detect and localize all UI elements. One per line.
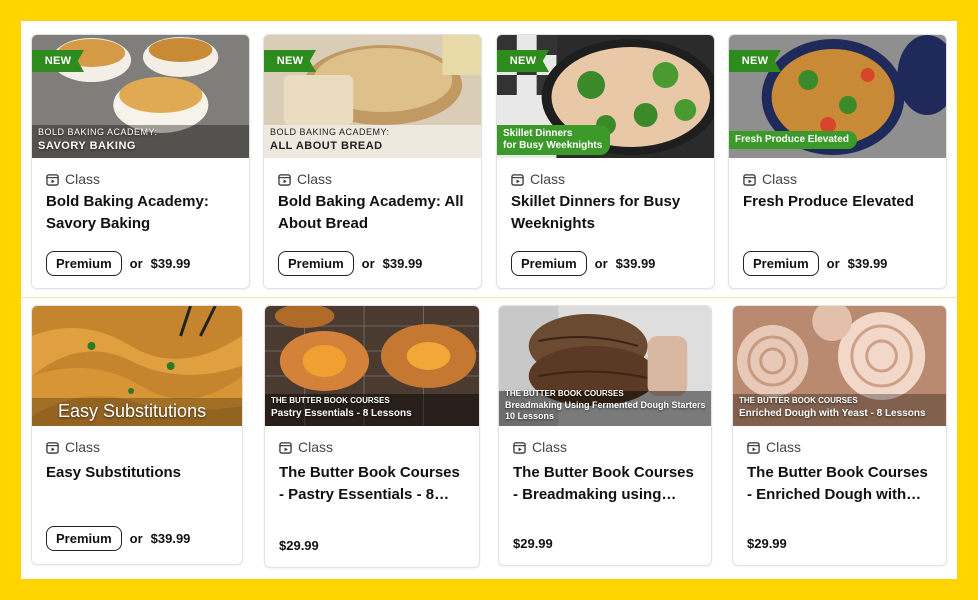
premium-button[interactable]: Premium bbox=[743, 251, 819, 276]
price-row: Premium or $39.99 bbox=[278, 251, 422, 276]
or-label: or bbox=[361, 256, 375, 271]
thumb-overlay-line2: Enriched Dough with Yeast - 8 Lessons bbox=[739, 408, 926, 419]
type-row: Class bbox=[747, 439, 801, 455]
card-thumbnail[interactable]: Easy Substitutions bbox=[32, 306, 242, 426]
or-label: or bbox=[129, 531, 143, 546]
thumb-overlay-line1: THE BUTTER BOOK COURSES bbox=[505, 389, 624, 398]
card-title[interactable]: Bold Baking Academy: Savory Baking bbox=[46, 191, 237, 235]
thumb-overlay-line2: ALL ABOUT BREAD bbox=[270, 140, 383, 152]
price: $29.99 bbox=[747, 536, 787, 551]
type-row: Class bbox=[513, 439, 567, 455]
thumb-tag: Skillet Dinners for Busy Weeknights bbox=[497, 125, 611, 155]
class-video-icon bbox=[511, 173, 524, 186]
thumb-overlay-line1: BOLD BAKING ACADEMY: bbox=[270, 127, 390, 137]
class-video-icon bbox=[46, 441, 59, 454]
thumb-overlay-line1: THE BUTTER BOOK COURSES bbox=[739, 396, 858, 405]
price-row: Premium or $39.99 bbox=[46, 526, 190, 551]
card-title[interactable]: The Butter Book Courses - Pastry Essenti… bbox=[279, 462, 467, 506]
thumb-overlay-big: Easy Substitutions bbox=[58, 401, 207, 421]
class-video-icon bbox=[747, 441, 760, 454]
card-thumbnail[interactable]: THE BUTTER BOOK COURSES Breadmaking Usin… bbox=[499, 306, 711, 426]
course-card[interactable]: NEW BOLD BAKING ACADEMY: ALL ABOUT BREAD… bbox=[263, 34, 482, 289]
class-video-icon bbox=[279, 441, 292, 454]
type-row: Class bbox=[511, 171, 565, 187]
price-row: Premium or $39.99 bbox=[743, 251, 887, 276]
course-card[interactable]: NEW Fresh Produce Elevated Class Fresh P… bbox=[728, 34, 947, 289]
card-title[interactable]: The Butter Book Courses - Enriched Dough… bbox=[747, 462, 934, 506]
type-row: Class bbox=[46, 439, 100, 455]
class-video-icon bbox=[513, 441, 526, 454]
price: $29.99 bbox=[279, 538, 319, 553]
type-label: Class bbox=[297, 171, 333, 187]
price: $29.99 bbox=[513, 536, 553, 551]
price-row: Premium or $39.99 bbox=[46, 251, 190, 276]
type-label: Class bbox=[532, 439, 568, 455]
price: $39.99 bbox=[615, 256, 656, 271]
premium-button[interactable]: Premium bbox=[511, 251, 587, 276]
thumb-overlay-line2: SAVORY BAKING bbox=[38, 140, 136, 152]
row-divider bbox=[21, 297, 957, 298]
card-title[interactable]: Easy Substitutions bbox=[46, 462, 230, 484]
new-badge: NEW bbox=[32, 50, 84, 72]
premium-button[interactable]: Premium bbox=[46, 251, 122, 276]
type-row: Class bbox=[278, 171, 332, 187]
card-thumbnail[interactable]: THE BUTTER BOOK COURSES Enriched Dough w… bbox=[733, 306, 946, 426]
class-video-icon bbox=[278, 173, 291, 186]
new-badge: NEW bbox=[729, 50, 781, 72]
class-video-icon bbox=[46, 173, 59, 186]
type-label: Class bbox=[530, 171, 566, 187]
price: $39.99 bbox=[847, 256, 888, 271]
type-label: Class bbox=[762, 171, 798, 187]
type-label: Class bbox=[65, 439, 101, 455]
premium-button[interactable]: Premium bbox=[46, 526, 122, 551]
thumb-overlay-line1: BOLD BAKING ACADEMY: bbox=[38, 127, 158, 137]
course-card[interactable]: NEW BOLD BAKING ACADEMY: SAVORY BAKING C… bbox=[31, 34, 250, 289]
thumb-tag: Fresh Produce Elevated bbox=[729, 131, 857, 149]
price-row: Premium or $39.99 bbox=[511, 251, 655, 276]
or-label: or bbox=[129, 256, 143, 271]
course-card[interactable]: THE BUTTER BOOK COURSES Breadmaking Usin… bbox=[498, 305, 712, 566]
class-video-icon bbox=[743, 173, 756, 186]
card-thumbnail[interactable]: NEW BOLD BAKING ACADEMY: ALL ABOUT BREAD bbox=[264, 35, 481, 158]
card-thumbnail[interactable]: THE BUTTER BOOK COURSES Pastry Essential… bbox=[265, 306, 479, 426]
type-row: Class bbox=[46, 171, 100, 187]
price: $39.99 bbox=[382, 256, 423, 271]
thumb-overlay-line2: Breadmaking Using Fermented Dough Starte… bbox=[505, 400, 706, 410]
card-title[interactable]: Skillet Dinners for Busy Weeknights bbox=[511, 191, 702, 235]
course-card[interactable]: NEW Skillet Dinners for Busy Weeknights … bbox=[496, 34, 715, 289]
thumb-overlay-line3: 10 Lessons bbox=[505, 411, 555, 421]
type-label: Class bbox=[298, 439, 334, 455]
type-label: Class bbox=[65, 171, 101, 187]
type-row: Class bbox=[743, 171, 797, 187]
type-row: Class bbox=[279, 439, 333, 455]
card-title[interactable]: Bold Baking Academy: All About Bread bbox=[278, 191, 469, 235]
thumb-overlay-line2: Pastry Essentials - 8 Lessons bbox=[271, 408, 412, 419]
premium-button[interactable]: Premium bbox=[278, 251, 354, 276]
or-label: or bbox=[594, 256, 608, 271]
catalog-frame: NEW BOLD BAKING ACADEMY: SAVORY BAKING C… bbox=[21, 21, 957, 579]
new-badge: NEW bbox=[264, 50, 316, 72]
card-title[interactable]: Fresh Produce Elevated bbox=[743, 191, 934, 213]
price: $39.99 bbox=[150, 531, 191, 546]
course-card[interactable]: THE BUTTER BOOK COURSES Enriched Dough w… bbox=[732, 305, 947, 566]
card-title[interactable]: The Butter Book Courses - Breadmaking us… bbox=[513, 462, 699, 506]
thumb-overlay-line1: THE BUTTER BOOK COURSES bbox=[271, 396, 390, 405]
card-thumbnail[interactable]: NEW Fresh Produce Elevated bbox=[729, 35, 946, 158]
or-label: or bbox=[826, 256, 840, 271]
card-thumbnail[interactable]: NEW BOLD BAKING ACADEMY: SAVORY BAKING bbox=[32, 35, 249, 158]
course-card[interactable]: THE BUTTER BOOK COURSES Pastry Essential… bbox=[264, 305, 480, 568]
price: $39.99 bbox=[150, 256, 191, 271]
course-card[interactable]: Easy Substitutions Class Easy Substituti… bbox=[31, 305, 243, 565]
card-thumbnail[interactable]: NEW Skillet Dinners for Busy Weeknights bbox=[497, 35, 714, 158]
type-label: Class bbox=[766, 439, 802, 455]
new-badge: NEW bbox=[497, 50, 549, 72]
